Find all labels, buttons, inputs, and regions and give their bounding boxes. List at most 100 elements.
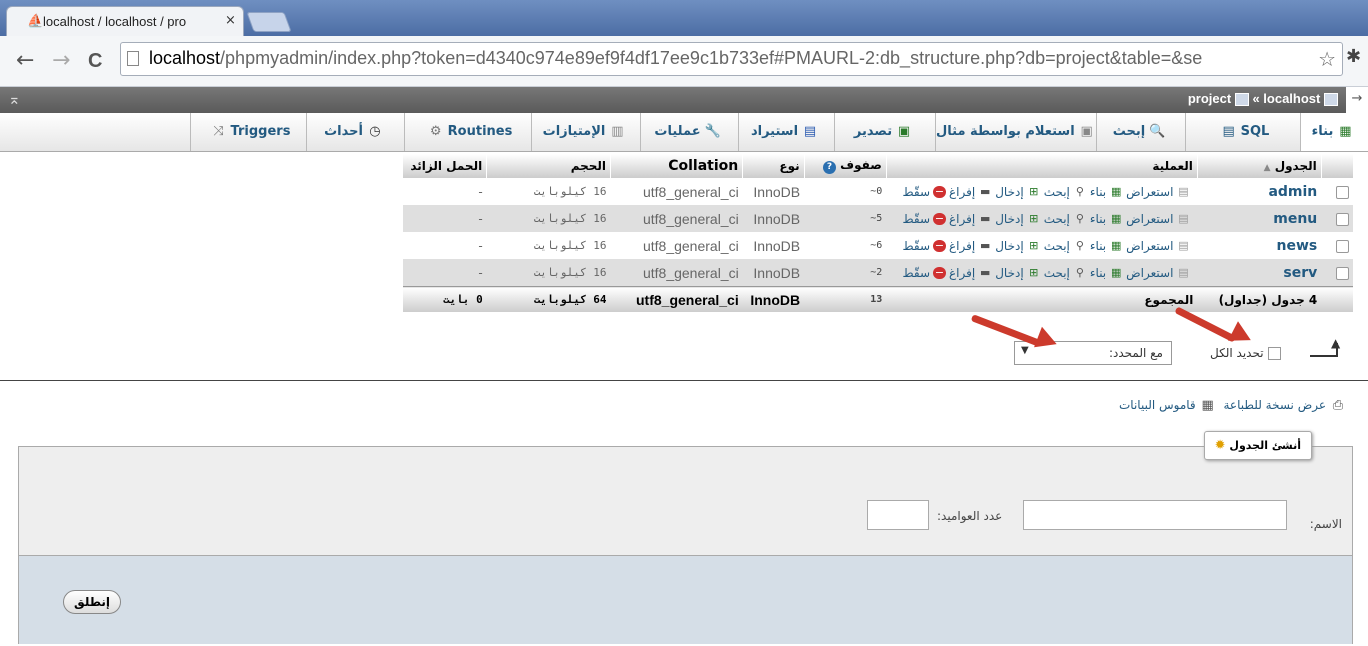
tab-structure[interactable]: بناء ▦ [1300, 113, 1368, 151]
structure-action[interactable]: بناء [1090, 266, 1106, 280]
search-action[interactable]: إبحث [1044, 185, 1070, 199]
empty-action[interactable]: إفراغ [949, 185, 975, 199]
row-checkbox[interactable] [1336, 239, 1349, 253]
browse-action[interactable]: استعراض [1126, 266, 1173, 280]
create-table-title: أنشئ الجدول [1229, 439, 1301, 452]
tab-query[interactable]: استعلام بواسطة مثال ▣ [935, 113, 1096, 151]
footer-type: InnoDB [742, 286, 805, 312]
table-name-input[interactable] [1023, 500, 1287, 530]
structure-action[interactable]: بناء [1090, 212, 1106, 226]
reload-icon[interactable]: C [88, 50, 102, 72]
structure-icon: ▦ [1110, 185, 1122, 198]
columns-count-input[interactable] [867, 500, 929, 530]
table-name-link[interactable]: serv [1283, 265, 1317, 281]
tab-operations[interactable]: عمليات 🔧 [640, 113, 738, 151]
arrow-right-icon[interactable]: → [1346, 87, 1368, 113]
table-name-label: الاسم: [1309, 517, 1342, 531]
browse-action[interactable]: استعراض [1126, 185, 1173, 199]
tab-events[interactable]: أحداث ◷ [306, 113, 404, 151]
row-overhead: - [402, 178, 487, 205]
collapse-navigation-icon[interactable]: ⌅ [8, 90, 21, 108]
row-checkbox[interactable] [1336, 212, 1349, 226]
row-checkbox[interactable] [1336, 266, 1349, 280]
insert-action[interactable]: إدخال [995, 212, 1023, 226]
wrench-icon: 🔧 [704, 123, 721, 139]
header-table[interactable]: الجدول ▲ [1196, 154, 1322, 178]
search-icon: ⚲ [1075, 266, 1084, 279]
drop-action[interactable]: سقّط [903, 266, 931, 280]
bookmark-star-icon[interactable]: ☆ [1318, 47, 1336, 71]
tab-sql-label: SQL [1240, 124, 1270, 139]
insert-action[interactable]: إدخال [995, 266, 1023, 280]
tab-privileges-label: الإمتيازات [542, 124, 606, 139]
browse-action[interactable]: استعراض [1126, 239, 1173, 253]
table-header-row: الجدول ▲ العملية صفوف ? نوع Collation ال… [401, 154, 1353, 178]
go-button[interactable]: إنطلق [63, 590, 122, 614]
table-footer-row: 4 جدول (جداول) المجموع 13 InnoDB utf8_ge… [402, 286, 1353, 312]
breadcrumb-server[interactable]: localhost [1263, 91, 1320, 106]
search-icon: ⚲ [1075, 185, 1084, 198]
empty-action[interactable]: إفراغ [949, 266, 975, 280]
tab-import[interactable]: استيراد ▤ [738, 113, 834, 151]
drop-action[interactable]: سقّط [903, 212, 931, 226]
select-all-checkbox[interactable] [1267, 347, 1281, 360]
row-checkbox[interactable] [1336, 185, 1349, 199]
back-icon[interactable]: ← [16, 50, 34, 72]
close-tab-icon[interactable]: × [225, 13, 236, 28]
new-tab-button[interactable] [246, 12, 292, 32]
drop-action[interactable]: سقّط [903, 185, 931, 199]
header-size[interactable]: الحجم [486, 154, 611, 178]
tables-list: الجدول ▲ العملية صفوف ? نوع Collation ال… [401, 154, 1353, 312]
header-rows[interactable]: صفوف ? [803, 154, 887, 178]
row-count: 2~ [804, 259, 887, 287]
tab-triggers[interactable]: ⤨ Triggers [190, 113, 306, 151]
table-name-link[interactable]: admin [1268, 184, 1317, 200]
row-checkbox-cell[interactable] [1321, 259, 1353, 287]
address-bar[interactable]: localhost/phpmyadmin/index.php?token=d43… [120, 42, 1343, 76]
tab-sql[interactable]: ▤ SQL [1185, 113, 1300, 151]
header-type[interactable]: نوع [742, 154, 805, 178]
search-action[interactable]: إبحث [1044, 266, 1070, 280]
browser-tab[interactable]: ⛵ localhost / localhost / pro × [6, 6, 244, 36]
tab-search[interactable]: إبحث 🔍 [1096, 113, 1185, 151]
insert-action[interactable]: إدخال [995, 239, 1023, 253]
browse-icon: ▤ [1178, 239, 1189, 252]
print-view-link[interactable]: عرض نسخة للطباعة [1224, 398, 1327, 412]
import-icon: ▤ [803, 123, 817, 139]
search-action[interactable]: إبحث [1044, 239, 1070, 253]
create-table-footer: إنطلق [19, 555, 1352, 644]
table-name-link[interactable]: menu [1273, 211, 1317, 227]
header-collation[interactable]: Collation [610, 154, 743, 178]
data-dictionary-link[interactable]: قاموس البيانات [1119, 398, 1196, 412]
create-table-form: أنشئ الجدول ✹ الاسم: عدد العواميد: إنطلق [18, 431, 1353, 644]
empty-action[interactable]: إفراغ [949, 212, 975, 226]
drop-action[interactable]: سقّط [903, 239, 931, 253]
row-collation: utf8_general_ci [610, 232, 743, 259]
row-checkbox-cell[interactable] [1321, 205, 1353, 232]
insert-icon: ⊞ [1029, 239, 1039, 252]
insert-action[interactable]: إدخال [995, 185, 1023, 199]
breadcrumb-database[interactable]: project [1188, 91, 1231, 106]
table-name-link[interactable]: news [1277, 238, 1318, 254]
tab-export[interactable]: تصدير ▣ [834, 113, 935, 151]
table-row: menu ▤ استعراض ▦ بناء ⚲ إبحث ⊞ إدخال ▬ إفراغ−سقّط 5… [402, 205, 1353, 232]
header-overhead[interactable]: الحمل الزائد [401, 154, 487, 178]
structure-action[interactable]: بناء [1090, 239, 1106, 253]
structure-action[interactable]: بناء [1090, 185, 1106, 199]
tab-privileges[interactable]: الإمتيازات ▥ [531, 113, 640, 151]
create-table-legend: أنشئ الجدول ✹ [1203, 431, 1312, 460]
structure-icon: ▦ [1339, 123, 1352, 139]
help-icon[interactable]: ? [822, 161, 836, 174]
empty-action[interactable]: إفراغ [949, 239, 975, 253]
address-url[interactable]: localhost/phpmyadmin/index.php?token=d43… [149, 48, 1202, 69]
query-icon: ▣ [1080, 123, 1093, 139]
forward-icon[interactable]: → [52, 50, 70, 72]
extension-icon[interactable]: ✱ [1346, 46, 1361, 67]
row-collation: utf8_general_ci [610, 259, 743, 287]
browse-action[interactable]: استعراض [1126, 212, 1173, 226]
tab-routines[interactable]: ⚙ Routines [404, 113, 531, 151]
columns-count-label: عدد العواميد: [937, 509, 1003, 523]
row-checkbox-cell[interactable] [1321, 232, 1353, 259]
search-action[interactable]: إبحث [1044, 212, 1070, 226]
row-checkbox-cell[interactable] [1321, 178, 1353, 205]
